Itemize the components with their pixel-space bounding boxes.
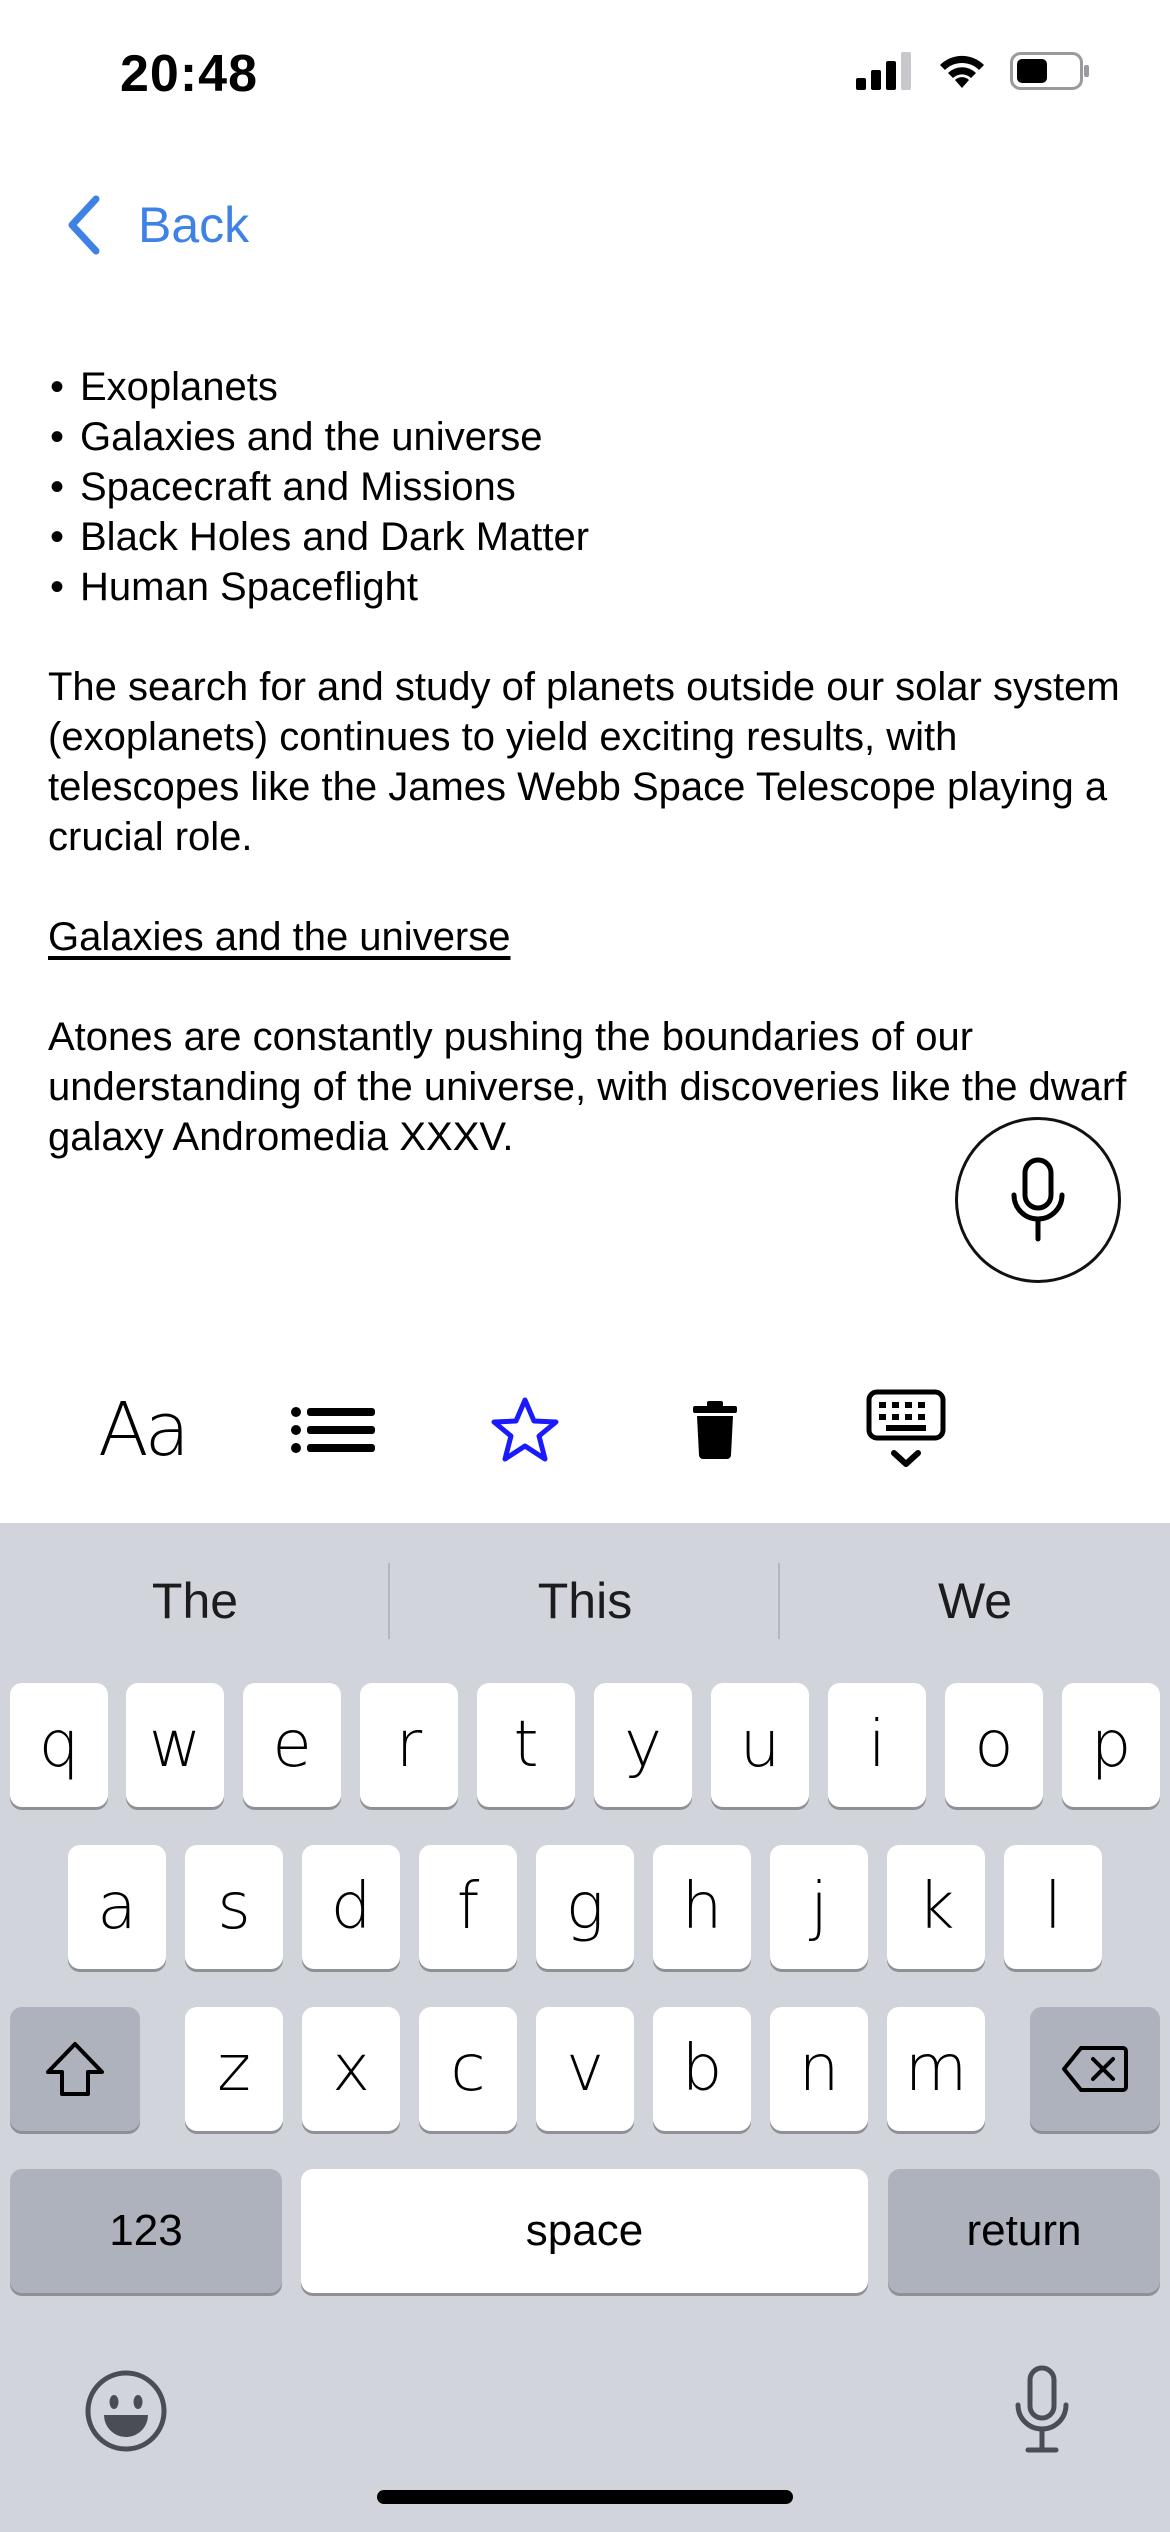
key-c[interactable]: c	[419, 2007, 517, 2131]
key-x[interactable]: x	[302, 2007, 400, 2131]
microphone-icon	[1015, 2365, 1069, 2453]
key-g[interactable]: g	[536, 1845, 634, 1969]
star-icon	[491, 1397, 559, 1462]
back-label: Back	[138, 197, 250, 253]
wifi-icon	[940, 55, 984, 88]
dictation-button[interactable]	[955, 1117, 1121, 1283]
key-v[interactable]: v	[536, 2007, 634, 2131]
status-time: 20:48	[120, 45, 258, 103]
key-i[interactable]: i	[828, 1683, 926, 1807]
return-key[interactable]: return	[888, 2169, 1160, 2293]
keyboard-dictation-button[interactable]	[1012, 2365, 1072, 2455]
shift-icon	[46, 2042, 104, 2096]
suggestion-item[interactable]: This	[390, 1523, 780, 1679]
backspace-icon	[1062, 2046, 1128, 2092]
trash-icon	[693, 1401, 737, 1459]
numbers-key[interactable]: 123	[10, 2169, 282, 2293]
list-item: Galaxies and the universe	[48, 412, 1128, 462]
status-icons	[856, 52, 1090, 90]
editor-toolbar: Aa	[0, 1370, 1170, 1490]
hide-keyboard-button[interactable]	[866, 1370, 946, 1490]
list-item: Spacecraft and Missions	[48, 462, 1128, 512]
keyboard-dismiss-icon	[866, 1389, 946, 1467]
list-item: Human Spaceflight	[48, 562, 1128, 612]
key-l[interactable]: l	[1004, 1845, 1102, 1969]
list-button[interactable]	[290, 1370, 376, 1490]
key-p[interactable]: p	[1062, 1683, 1160, 1807]
note-body[interactable]: Exoplanets Galaxies and the universe Spa…	[48, 362, 1128, 1162]
emoji-button[interactable]	[84, 2369, 168, 2453]
key-n[interactable]: n	[770, 2007, 868, 2131]
key-e[interactable]: e	[243, 1683, 341, 1807]
key-s[interactable]: s	[185, 1845, 283, 1969]
note-paragraph: Atones are constantly pushing the bounda…	[48, 1015, 1127, 1159]
cellular-signal-icon	[856, 52, 911, 90]
key-b[interactable]: b	[653, 2007, 751, 2131]
favorite-button[interactable]	[488, 1370, 562, 1490]
section-heading: Galaxies and the universe	[48, 915, 511, 959]
key-u[interactable]: u	[711, 1683, 809, 1807]
keyboard: The This We q w e r t y u i o p a s d f …	[0, 1523, 1170, 2532]
back-button[interactable]: Back	[64, 190, 249, 260]
suggestion-item[interactable]: The	[0, 1523, 390, 1679]
battery-icon	[1010, 52, 1089, 90]
text-format-button[interactable]: Aa	[92, 1370, 192, 1490]
list-icon	[291, 1407, 375, 1453]
key-f[interactable]: f	[419, 1845, 517, 1969]
space-key[interactable]: space	[301, 2169, 868, 2293]
key-m[interactable]: m	[887, 2007, 985, 2131]
note-paragraph: The search for and study of planets outs…	[48, 665, 1120, 859]
suggestion-item[interactable]: We	[780, 1523, 1170, 1679]
key-o[interactable]: o	[945, 1683, 1043, 1807]
delete-button[interactable]	[690, 1370, 740, 1490]
key-k[interactable]: k	[887, 1845, 985, 1969]
predictive-bar: The This We	[0, 1523, 1170, 1679]
list-item: Black Holes and Dark Matter	[48, 512, 1128, 562]
key-z[interactable]: z	[185, 2007, 283, 2131]
chevron-left-icon	[68, 195, 100, 255]
key-j[interactable]: j	[770, 1845, 868, 1969]
status-bar: 20:48	[0, 0, 1170, 150]
delete-key[interactable]	[1030, 2007, 1160, 2131]
home-indicator[interactable]	[377, 2490, 793, 2504]
text-format-icon: Aa	[98, 1387, 190, 1473]
key-d[interactable]: d	[302, 1845, 400, 1969]
key-a[interactable]: a	[68, 1845, 166, 1969]
microphone-icon	[1011, 1157, 1065, 1242]
shift-key[interactable]	[10, 2007, 140, 2131]
key-q[interactable]: q	[10, 1683, 108, 1807]
topic-list: Exoplanets Galaxies and the universe Spa…	[48, 362, 1128, 612]
key-w[interactable]: w	[126, 1683, 224, 1807]
key-r[interactable]: r	[360, 1683, 458, 1807]
list-item: Exoplanets	[48, 362, 1128, 412]
key-h[interactable]: h	[653, 1845, 751, 1969]
key-y[interactable]: y	[594, 1683, 692, 1807]
emoji-icon	[85, 2370, 167, 2452]
key-t[interactable]: t	[477, 1683, 575, 1807]
